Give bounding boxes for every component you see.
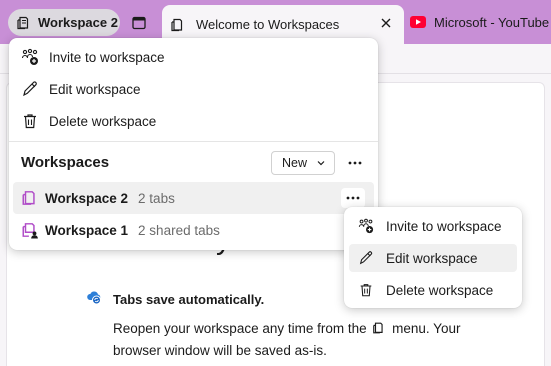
workspace-name: Workspace 2	[45, 190, 129, 206]
new-workspace-button[interactable]: New	[271, 151, 335, 175]
chevron-down-icon	[317, 161, 325, 166]
tab-title: Welcome to Workspaces	[196, 17, 340, 32]
workspace-switcher-label: Workspace 2	[38, 15, 118, 30]
context-delete-workspace[interactable]: Delete workspace	[349, 276, 517, 304]
invite-icon	[358, 218, 374, 234]
tab-actions-button[interactable]	[128, 12, 150, 34]
feature-description: Reopen your workspace any time from the …	[113, 318, 493, 362]
cloud-sync-icon	[87, 291, 101, 305]
context-edit-workspace[interactable]: Edit workspace	[349, 244, 517, 272]
trash-icon	[24, 114, 36, 129]
workspace-switcher-button[interactable]: Workspace 2	[8, 9, 120, 36]
close-tab-button[interactable]	[378, 15, 394, 31]
workspaces-icon	[373, 322, 384, 334]
workspaces-icon	[171, 18, 183, 31]
context-invite-to-workspace[interactable]: Invite to workspace	[349, 212, 517, 240]
workspace-tab-count: 2 shared tabs	[138, 222, 220, 238]
pencil-icon	[359, 251, 373, 265]
menu-item-label: Delete workspace	[386, 282, 494, 298]
workspaces-heading: Workspaces	[21, 154, 110, 171]
workspace-row-workspace-1[interactable]: Workspace 1 2 shared tabs	[13, 214, 374, 246]
edit-workspace-item[interactable]: Edit workspace	[13, 74, 374, 104]
workspace-tab-count: 2 tabs	[138, 190, 175, 206]
tab-actions-icon	[132, 16, 146, 30]
more-icon	[346, 196, 360, 200]
invite-icon	[21, 48, 38, 65]
shared-workspace-icon	[22, 223, 38, 239]
tab-title: Microsoft - YouTube	[434, 14, 550, 30]
more-icon	[348, 161, 362, 165]
workspace-name: Workspace 1	[45, 222, 129, 238]
menu-item-label: Delete workspace	[49, 113, 157, 129]
delete-workspace-item[interactable]: Delete workspace	[13, 106, 374, 136]
invite-to-workspace-item[interactable]: Invite to workspace	[13, 42, 374, 72]
workspaces-more-button[interactable]	[343, 153, 367, 173]
pencil-icon	[23, 81, 37, 97]
workspace-more-button[interactable]	[341, 188, 365, 208]
youtube-icon	[410, 16, 426, 28]
close-icon	[381, 18, 391, 28]
feature-text-part-2: menu. Your	[392, 321, 461, 336]
workspaces-icon	[17, 16, 29, 29]
new-button-label: New	[282, 156, 308, 170]
trash-icon	[360, 284, 372, 297]
workspace-row-workspace-2[interactable]: Workspace 2 2 tabs	[13, 182, 374, 214]
tab-microsoft-youtube[interactable]: Microsoft - YouTube	[404, 5, 551, 39]
workspaces-flyout: Invite to workspace Edit workspace Delet…	[9, 38, 378, 250]
feature-text-part-3: browser window will be saved as-is.	[113, 343, 327, 358]
workspace-color-icon	[22, 191, 35, 205]
menu-item-label: Edit workspace	[49, 81, 141, 97]
flyout-divider	[9, 141, 378, 142]
menu-item-label: Invite to workspace	[386, 218, 502, 234]
workspace-context-menu: Invite to workspace Edit workspace Delet…	[344, 207, 522, 308]
menu-item-label: Edit workspace	[386, 250, 478, 266]
menu-item-label: Invite to workspace	[49, 49, 165, 65]
feature-text-part-1: Reopen your workspace any time from the	[113, 321, 367, 336]
feature-title: Tabs save automatically.	[113, 292, 265, 307]
